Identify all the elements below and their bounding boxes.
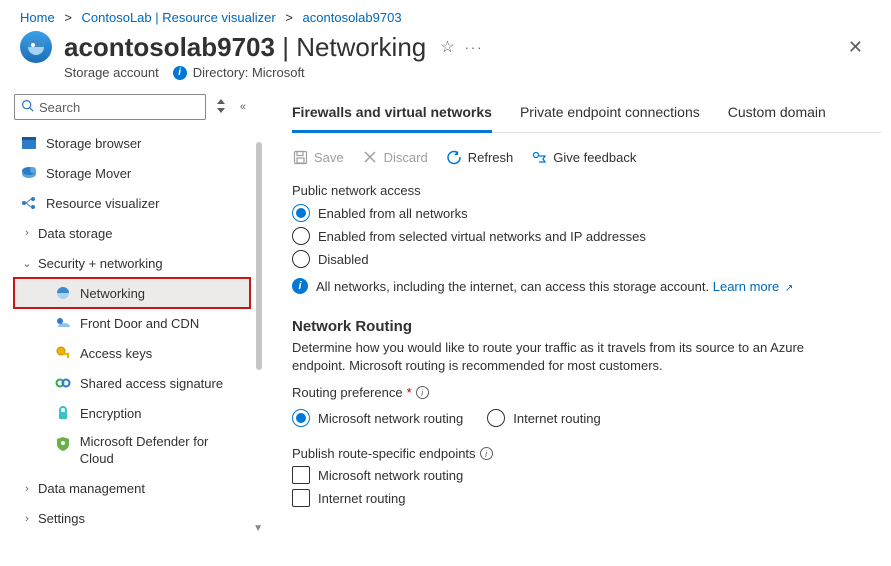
networking-icon (54, 284, 72, 302)
checkbox-icon (292, 466, 310, 484)
tab-firewalls[interactable]: Firewalls and virtual networks (292, 98, 492, 133)
sidebar-item-storage-mover[interactable]: Storage Mover (14, 158, 250, 188)
search-icon (21, 99, 34, 115)
sidebar-item-data-storage[interactable]: › Data storage (14, 218, 250, 248)
breadcrumb-home[interactable]: Home (20, 10, 55, 25)
scrollbar[interactable]: ▼ (250, 94, 266, 534)
sidebar-item-encryption[interactable]: Encryption (14, 398, 250, 428)
save-button[interactable]: Save (292, 149, 344, 165)
favorite-star-icon[interactable]: ☆ (440, 37, 454, 57)
front-door-icon (54, 314, 72, 332)
sort-icon[interactable] (212, 95, 230, 120)
help-icon[interactable]: i (480, 447, 493, 460)
breadcrumb-lab[interactable]: ContosoLab | Resource visualizer (82, 10, 276, 25)
refresh-button[interactable]: Refresh (446, 149, 514, 165)
sidebar-item-security-networking[interactable]: ⌄ Security + networking (14, 248, 250, 278)
pna-info: i All networks, including the internet, … (292, 278, 881, 294)
discard-button[interactable]: Discard (362, 149, 428, 165)
page-subtitle: Storage account i Directory: Microsoft (0, 65, 891, 94)
more-menu-icon[interactable]: ··· (465, 40, 484, 55)
storage-mover-icon (20, 164, 38, 182)
breadcrumb: Home > ContosoLab | Resource visualizer … (0, 0, 891, 31)
publish-endpoints-label: Publish route-specific endpoints i (292, 446, 881, 461)
publish-checkbox-ms[interactable]: Microsoft network routing (292, 466, 881, 484)
sidebar-item-defender[interactable]: Microsoft Defender for Cloud (14, 428, 250, 474)
encryption-icon (54, 404, 72, 422)
collapse-sidebar-icon[interactable]: « (236, 97, 250, 117)
sidebar-item-networking[interactable]: Networking (14, 278, 250, 308)
radio-icon (292, 409, 310, 427)
tab-custom-domain[interactable]: Custom domain (728, 98, 826, 132)
pna-option-all[interactable]: Enabled from all networks (292, 204, 881, 222)
sidebar-item-resource-visualizer[interactable]: Resource visualizer (14, 188, 250, 218)
page-title: acontosolab9703 | Networking (64, 32, 426, 63)
close-icon[interactable]: ✕ (840, 33, 871, 62)
main-content: Firewalls and virtual networks Private e… (266, 94, 891, 534)
storage-browser-icon (20, 134, 38, 152)
page-header: acontosolab9703 | Networking ☆ ··· ✕ (0, 31, 891, 67)
radio-icon (292, 227, 310, 245)
chevron-down-icon: ⌄ (20, 257, 34, 270)
chevron-right-icon: › (20, 483, 34, 495)
resource-visualizer-icon (20, 194, 38, 212)
tab-bar: Firewalls and virtual networks Private e… (292, 94, 881, 133)
routing-pref-label: Routing preference* i (292, 385, 881, 400)
checkbox-icon (292, 489, 310, 507)
access-keys-icon (54, 344, 72, 362)
sidebar-item-storage-browser[interactable]: Storage browser (14, 128, 250, 158)
routing-heading: Network Routing (292, 318, 881, 335)
discard-icon (362, 149, 378, 165)
learn-more-link[interactable]: Learn more ↗ (713, 279, 794, 294)
refresh-icon (446, 149, 462, 165)
routing-option-internet[interactable]: Internet routing (487, 409, 600, 427)
radio-icon (292, 250, 310, 268)
chevron-right-icon: › (20, 227, 34, 239)
toolbar: Save Discard Refresh Give feedback (292, 149, 881, 165)
pna-label: Public network access (292, 183, 881, 198)
help-icon[interactable]: i (416, 386, 429, 399)
sidebar-item-access-keys[interactable]: Access keys (14, 338, 250, 368)
publish-checkbox-internet[interactable]: Internet routing (292, 489, 881, 507)
routing-option-ms[interactable]: Microsoft network routing (292, 409, 463, 427)
radio-icon (487, 409, 505, 427)
tab-private-endpoint[interactable]: Private endpoint connections (520, 98, 700, 132)
feedback-icon (531, 149, 547, 165)
breadcrumb-resource[interactable]: acontosolab9703 (303, 10, 402, 25)
sidebar-item-front-door[interactable]: Front Door and CDN (14, 308, 250, 338)
info-icon: i (173, 66, 187, 80)
defender-icon (54, 435, 72, 453)
radio-icon (292, 204, 310, 222)
pna-option-disabled[interactable]: Disabled (292, 250, 881, 268)
sidebar-item-data-management[interactable]: › Data management (14, 474, 250, 504)
sas-icon (54, 374, 72, 392)
search-input[interactable]: Search (14, 94, 206, 120)
routing-description: Determine how you would like to route yo… (292, 339, 852, 375)
pna-option-selected[interactable]: Enabled from selected virtual networks a… (292, 227, 881, 245)
feedback-button[interactable]: Give feedback (531, 149, 636, 165)
save-icon (292, 149, 308, 165)
chevron-right-icon: › (20, 513, 34, 525)
sidebar-item-sas[interactable]: Shared access signature (14, 368, 250, 398)
external-link-icon: ↗ (785, 283, 793, 294)
sidebar-item-settings[interactable]: › Settings (14, 504, 250, 534)
info-icon: i (292, 278, 308, 294)
resource-icon (20, 31, 52, 63)
sidebar: Search « Storage browser Storage Mover R… (0, 94, 250, 534)
